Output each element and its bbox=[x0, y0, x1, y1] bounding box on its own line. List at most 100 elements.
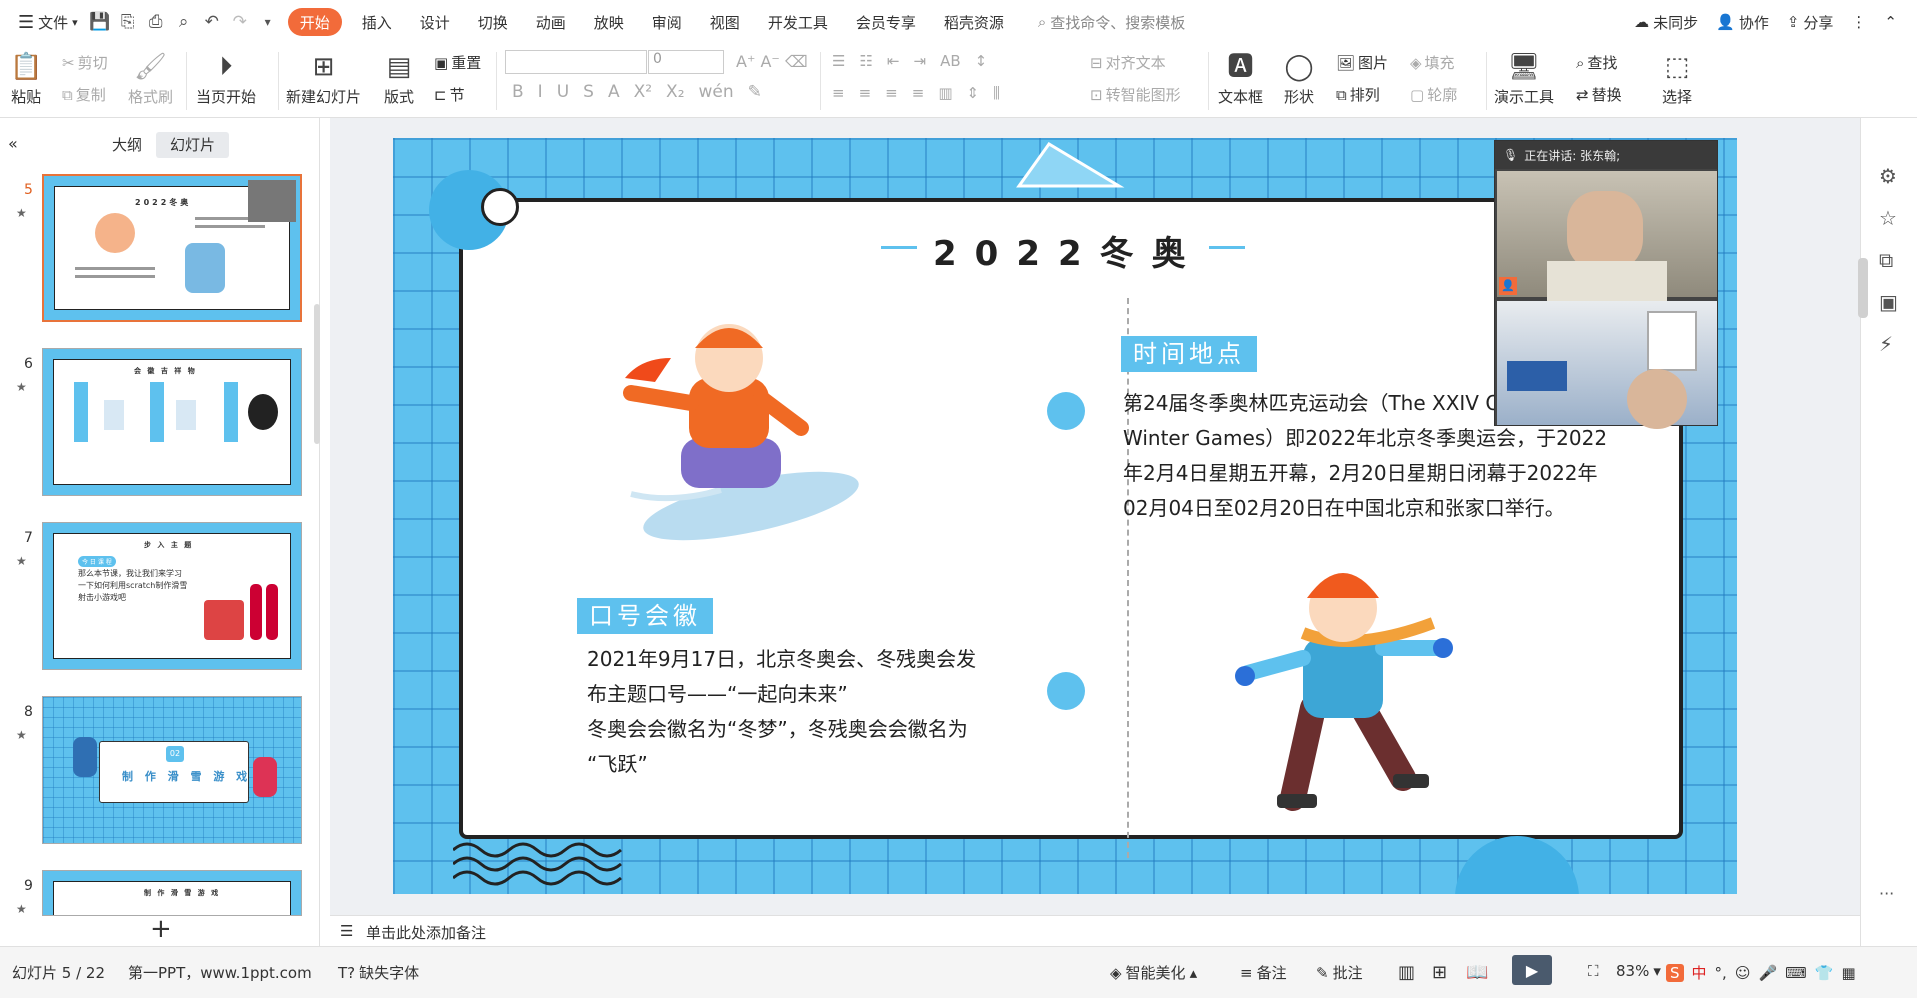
voice-icon[interactable]: 🎤 bbox=[1758, 964, 1777, 982]
tab-outline[interactable]: 大纲 bbox=[98, 132, 156, 158]
tab-slideshow[interactable]: 放映 bbox=[580, 8, 638, 36]
text-direction-icon[interactable]: AB bbox=[940, 52, 961, 70]
slide-title[interactable]: 2022冬奥 bbox=[933, 226, 1204, 275]
redo-icon[interactable]: ↷ bbox=[226, 8, 254, 36]
participant-video-1[interactable]: 👤 bbox=[1497, 171, 1717, 301]
thumbnail-scrollbar[interactable] bbox=[314, 304, 320, 444]
bullet-list-icon[interactable]: ☰ bbox=[832, 52, 845, 70]
tab-view[interactable]: 视图 bbox=[696, 8, 754, 36]
properties-icon[interactable]: ⚙ bbox=[1879, 164, 1897, 188]
shape-button[interactable]: ◯ 形状 bbox=[1284, 48, 1314, 107]
superscript-icon[interactable]: X² bbox=[634, 82, 652, 102]
format-painter-button[interactable]: 🖌 格式刷 bbox=[128, 48, 173, 107]
paragraph-spacing-icon[interactable]: ⇕ bbox=[967, 84, 980, 102]
chinese-mode-icon[interactable]: 中 bbox=[1692, 962, 1707, 983]
strikethrough-icon[interactable]: S bbox=[583, 82, 594, 102]
cut-button[interactable]: ✂ 剪切 bbox=[62, 52, 108, 73]
layout-button[interactable]: ▤ 版式 bbox=[384, 48, 414, 107]
meeting-video-panel[interactable]: 🎙 正在讲话: 张东翰; 👤 bbox=[1494, 140, 1718, 429]
tab-member[interactable]: 会员专享 bbox=[842, 8, 930, 36]
line-spacing-icon[interactable]: ↕ bbox=[975, 52, 988, 70]
align-right-icon[interactable]: ≡ bbox=[885, 84, 898, 102]
zoom-level[interactable]: 83% ▾ bbox=[1616, 962, 1661, 980]
slideshow-play-button[interactable]: ▶ bbox=[1512, 955, 1552, 985]
tab-docer[interactable]: 稻壳资源 bbox=[930, 8, 1018, 36]
find-button[interactable]: ⌕ 查找 bbox=[1576, 52, 1617, 73]
italic-icon[interactable]: I bbox=[538, 82, 543, 102]
missing-font-button[interactable]: T? 缺失字体 bbox=[338, 962, 419, 983]
print-preview-icon[interactable]: ⌕ bbox=[170, 8, 198, 36]
justify-icon[interactable]: ≡ bbox=[912, 84, 925, 102]
tab-design[interactable]: 设计 bbox=[406, 8, 464, 36]
select-button[interactable]: ⬚ 选择 bbox=[1662, 48, 1692, 107]
tag-time-location[interactable]: 时间地点 bbox=[1121, 336, 1257, 372]
print-icon[interactable]: ⎙ bbox=[142, 8, 170, 36]
smart-art-button[interactable]: ⊡ 转智能图形 bbox=[1090, 84, 1181, 105]
punctuation-icon[interactable]: °, bbox=[1715, 964, 1727, 982]
star-icon[interactable]: ☆ bbox=[1879, 206, 1897, 230]
lightning-icon[interactable]: ⚡ bbox=[1879, 332, 1893, 356]
font-color-icon[interactable]: A bbox=[608, 82, 620, 102]
play-current-button[interactable]: ⏵ 当页开始 bbox=[196, 48, 256, 107]
reading-view-icon[interactable]: 📖 bbox=[1466, 962, 1488, 983]
textbox-button[interactable]: 🅰 文本框 bbox=[1218, 48, 1263, 107]
share-button[interactable]: ⇪ 分享 bbox=[1787, 12, 1834, 33]
align-left-icon[interactable]: ≡ bbox=[832, 84, 845, 102]
copy-button[interactable]: ⧉ 复制 bbox=[62, 84, 106, 105]
notes-pane[interactable]: ☰ 单击此处添加备注 bbox=[330, 915, 1860, 946]
slides-icon[interactable]: ⧉ bbox=[1879, 248, 1893, 272]
canvas-scrollbar[interactable] bbox=[1858, 258, 1868, 318]
align-center-icon[interactable]: ≡ bbox=[859, 84, 872, 102]
tab-insert[interactable]: 插入 bbox=[348, 8, 406, 36]
add-slide-button[interactable]: + bbox=[150, 914, 172, 944]
tab-review[interactable]: 审阅 bbox=[638, 8, 696, 36]
snowboarder-illustration[interactable] bbox=[611, 318, 867, 558]
distribute-icon[interactable]: ▥ bbox=[938, 84, 952, 102]
participant-video-2[interactable] bbox=[1497, 301, 1717, 429]
slogan-text[interactable]: 2021年9月17日，北京冬奥会、冬残奥会发 布主题口号——“一起向未来” 冬奥… bbox=[587, 642, 1057, 782]
undo-icon[interactable]: ↶ bbox=[198, 8, 226, 36]
emoji-icon[interactable]: ☺ bbox=[1735, 964, 1751, 982]
indent-decrease-icon[interactable]: ⇤ bbox=[887, 52, 900, 70]
font-grow-icon[interactable]: A⁺ A⁻ ⌫ bbox=[736, 52, 808, 71]
save-icon[interactable]: 💾 bbox=[86, 8, 114, 36]
fit-window-icon[interactable]: ⛶ bbox=[1588, 962, 1599, 980]
section-button[interactable]: ⊏ 节 bbox=[434, 84, 465, 105]
notes-button[interactable]: ≡ 备注 bbox=[1240, 962, 1287, 983]
sorter-view-icon[interactable]: ⊞ bbox=[1432, 962, 1447, 983]
subscript-icon[interactable]: X₂ bbox=[666, 82, 684, 102]
bold-icon[interactable]: B bbox=[512, 82, 524, 102]
beautify-button[interactable]: ◈ 智能美化 ▴ bbox=[1110, 962, 1197, 983]
tab-transition[interactable]: 切换 bbox=[464, 8, 522, 36]
numbered-list-icon[interactable]: ☷ bbox=[859, 52, 872, 70]
outline-button[interactable]: ▢ 轮廓 bbox=[1410, 84, 1457, 105]
tools-icon[interactable]: ▦ bbox=[1842, 964, 1856, 982]
sogou-icon[interactable]: S bbox=[1666, 963, 1684, 982]
font-size-select[interactable]: 0 bbox=[648, 50, 724, 74]
picture-button[interactable]: 🖼 图片 bbox=[1336, 52, 1388, 73]
phonetic-icon[interactable]: wén bbox=[699, 82, 734, 102]
tag-slogan-emblem[interactable]: 口号会徽 bbox=[577, 598, 713, 634]
more-dots-icon[interactable]: ··· bbox=[1879, 884, 1894, 903]
indent-increase-icon[interactable]: ⇥ bbox=[913, 52, 926, 70]
more-chevron-icon[interactable]: ▾ bbox=[254, 8, 282, 36]
gallery-icon[interactable]: ▣ bbox=[1879, 290, 1898, 314]
sync-button[interactable]: ☁ 未同步 bbox=[1634, 12, 1698, 33]
presentation-tools-button[interactable]: 🖥 演示工具 bbox=[1494, 48, 1554, 107]
paste-button[interactable]: 📋 粘贴 bbox=[10, 48, 42, 107]
new-slide-button[interactable]: ⊞ 新建幻灯片 bbox=[286, 48, 361, 107]
ime-toolbar[interactable]: S 中 °, ☺ 🎤 ⌨ 👕 ▦ bbox=[1666, 962, 1856, 983]
skater-illustration[interactable] bbox=[1233, 538, 1473, 838]
replace-button[interactable]: ⇄ 替换 bbox=[1576, 84, 1622, 105]
export-pdf-icon[interactable]: ⎘ bbox=[114, 8, 142, 36]
highlight-icon[interactable]: ✎ bbox=[748, 82, 762, 102]
font-name-select[interactable] bbox=[505, 50, 647, 74]
columns-icon[interactable]: ⫼ bbox=[993, 84, 1000, 102]
more-menu-icon[interactable]: ⋮ bbox=[1851, 13, 1866, 31]
keyboard-icon[interactable]: ⌨ bbox=[1785, 964, 1807, 982]
tab-developer[interactable]: 开发工具 bbox=[754, 8, 842, 36]
tab-slides[interactable]: 幻灯片 bbox=[156, 132, 230, 158]
arrange-button[interactable]: ⧉ 排列 bbox=[1336, 84, 1380, 105]
align-text-button[interactable]: ⊟ 对齐文本 bbox=[1090, 52, 1166, 73]
reset-button[interactable]: ▣ 重置 bbox=[434, 52, 481, 73]
